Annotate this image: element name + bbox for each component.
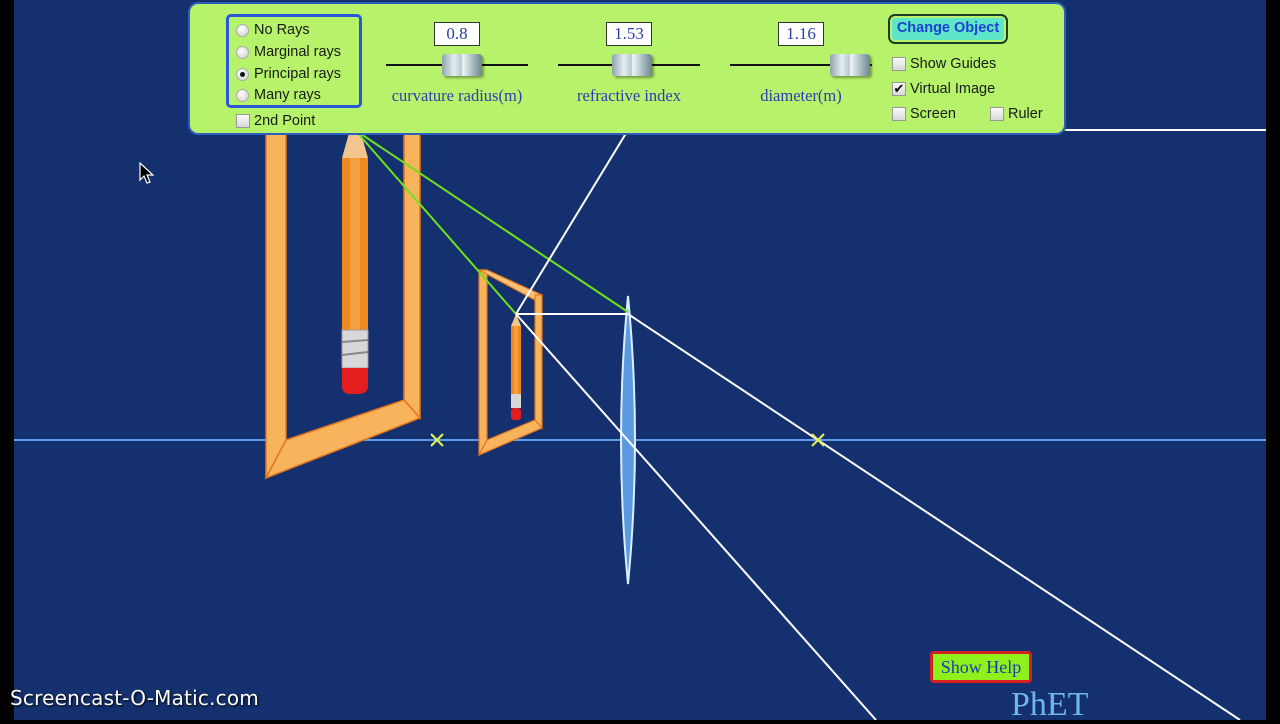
- radio-label: Principal rays: [254, 66, 342, 82]
- radio-button[interactable]: [236, 23, 249, 37]
- ruler-checkbox[interactable]: Ruler: [990, 104, 1043, 124]
- checkbox-checked[interactable]: ✔: [892, 82, 906, 96]
- radio-button[interactable]: [236, 88, 249, 102]
- slider-thumb[interactable]: [830, 54, 870, 76]
- show-help-button[interactable]: Show Help: [930, 651, 1032, 683]
- radio-no-rays[interactable]: No Rays: [236, 20, 310, 40]
- image-pencil: [511, 314, 521, 420]
- radio-button[interactable]: [236, 45, 249, 59]
- checkbox-label: Screen: [910, 106, 956, 122]
- radio-many-rays[interactable]: Many rays: [236, 85, 321, 105]
- radio-button-selected[interactable]: [236, 67, 249, 81]
- slider-label: diameter(m): [760, 86, 842, 105]
- slider-thumb[interactable]: [612, 54, 652, 76]
- slider-thumb[interactable]: [442, 54, 482, 76]
- curvature-radius-slider[interactable]: 0.8 curvature radius(m): [372, 20, 542, 110]
- diameter-slider[interactable]: 1.16 diameter(m): [716, 20, 886, 110]
- checkbox[interactable]: [990, 107, 1004, 121]
- checkbox[interactable]: [892, 57, 906, 71]
- screencast-watermark: Screencast-O-Matic.com: [10, 686, 259, 710]
- slider-label: refractive index: [577, 86, 681, 105]
- change-object-button[interactable]: Change Object: [888, 14, 1008, 44]
- checkbox-label: Virtual Image: [910, 81, 996, 97]
- object-pencil[interactable]: [341, 112, 369, 394]
- mouse-cursor-icon: [139, 162, 155, 184]
- checkbox[interactable]: [236, 114, 250, 128]
- radio-marginal-rays[interactable]: Marginal rays: [236, 42, 341, 62]
- second-point-checkbox[interactable]: 2nd Point: [236, 111, 315, 131]
- virtual-rays: [354, 129, 1066, 315]
- radio-label: Many rays: [254, 87, 321, 103]
- slider-label: curvature radius(m): [391, 86, 523, 105]
- refractive-index-slider[interactable]: 1.53 refractive index: [544, 20, 714, 110]
- radio-label: No Rays: [254, 22, 310, 38]
- diameter-value[interactable]: 1.16: [778, 22, 824, 46]
- virtual-image-checkbox[interactable]: ✔ Virtual Image: [892, 79, 995, 99]
- refractive-index-value[interactable]: 1.53: [606, 22, 652, 46]
- checkbox[interactable]: [892, 107, 906, 121]
- radio-label: Marginal rays: [254, 44, 342, 60]
- checkbox-label: 2nd Point: [254, 113, 316, 129]
- show-guides-checkbox[interactable]: Show Guides: [892, 54, 996, 74]
- checkbox-label: Ruler: [1008, 106, 1043, 122]
- curvature-radius-value[interactable]: 0.8: [434, 22, 480, 46]
- checkbox-label: Show Guides: [910, 56, 997, 72]
- image-frame: [477, 269, 544, 457]
- phet-logo[interactable]: PhET: [1011, 686, 1088, 724]
- screen-checkbox[interactable]: Screen: [892, 104, 956, 124]
- radio-principal-rays[interactable]: Principal rays: [236, 64, 341, 84]
- control-panel: No Rays Marginal rays Principal rays Man…: [188, 2, 1066, 135]
